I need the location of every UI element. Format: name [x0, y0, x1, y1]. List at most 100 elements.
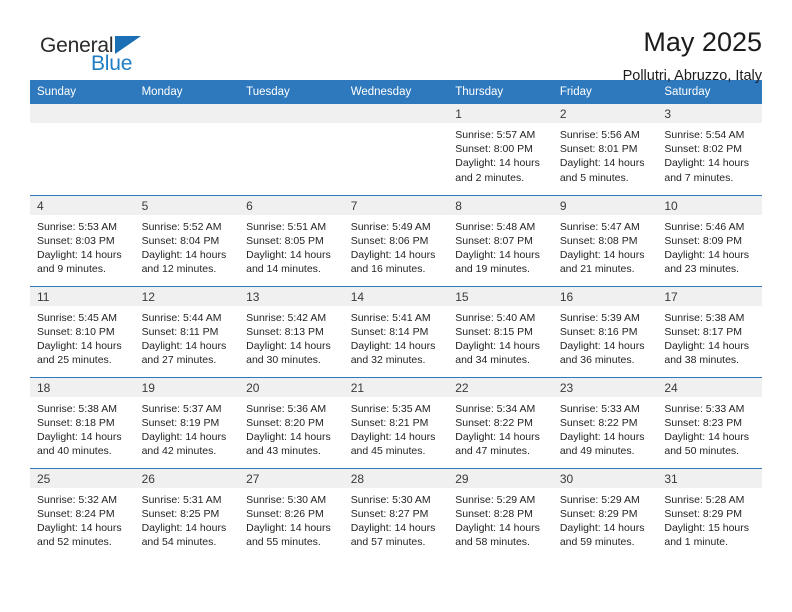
day-detail-line: Daylight: 14 hours [455, 157, 540, 170]
calendar-day-cell[interactable]: 24 Sunrise: 5:33 AM Sunset: 8:23 PM Dayligh… [657, 376, 762, 468]
day-detail-line: Sunset: 8:05 PM [246, 234, 324, 247]
day-detail-line: and 55 minutes. [246, 536, 321, 549]
calendar-day-cell[interactable]: 16 Sunrise: 5:39 AM Sunset: 8:16 PM Dayligh… [552, 285, 658, 377]
calendar-day-cell[interactable]: 11 Sunrise: 5:45 AM Sunset: 8:10 PM Dayligh… [30, 285, 135, 377]
weekday-header-sunday: Sunday [30, 80, 135, 104]
calendar-day-cell[interactable]: 31 Sunrise: 5:28 AM Sunset: 8:29 PM Dayligh… [657, 467, 762, 559]
calendar-day-cell[interactable]: 18 Sunrise: 5:38 AM Sunset: 8:18 PM Dayligh… [30, 376, 135, 468]
day-number: 6 [239, 195, 344, 215]
day-number: 29 [448, 468, 553, 488]
day-detail-text: Sunrise: 5:29 AM Sunset: 8:28 PM Daylight:… [448, 488, 553, 550]
day-detail-line: Sunrise: 5:29 AM [455, 493, 536, 506]
calendar-day-cell-empty [239, 104, 344, 195]
weekday-header-tuesday: Tuesday [239, 80, 344, 104]
calendar-day-cell[interactable]: 25 Sunrise: 5:32 AM Sunset: 8:24 PM Dayligh… [30, 467, 135, 559]
day-detail-text: Sunrise: 5:48 AM Sunset: 8:07 PM Daylight:… [448, 215, 553, 277]
day-detail-line: Sunrise: 5:38 AM [664, 311, 745, 324]
calendar-day-cell[interactable]: 12 Sunrise: 5:44 AM Sunset: 8:11 PM Dayligh… [134, 285, 240, 377]
day-detail-line: and 49 minutes. [559, 445, 635, 458]
day-detail-line: Sunrise: 5:47 AM [559, 220, 640, 233]
day-detail-line: and 50 minutes. [664, 445, 740, 458]
calendar-body: 1 Sunrise: 5:57 AM Sunset: 8:00 PM Daylight… [30, 104, 762, 559]
day-detail-line: and 58 minutes. [455, 536, 530, 549]
day-detail-line: Sunrise: 5:41 AM [350, 311, 431, 324]
calendar-day-cell[interactable]: 21 Sunrise: 5:35 AM Sunset: 8:21 PM Dayligh… [343, 376, 449, 468]
day-detail-line: Daylight: 14 hours [246, 339, 331, 352]
calendar-day-cell[interactable]: 8 Sunrise: 5:48 AM Sunset: 8:07 PM Daylight… [448, 194, 553, 286]
day-detail-text: Sunrise: 5:38 AM Sunset: 8:18 PM Daylight:… [30, 397, 135, 459]
day-detail-line: Sunset: 8:26 PM [246, 507, 324, 520]
calendar-day-cell[interactable]: 13 Sunrise: 5:42 AM Sunset: 8:13 PM Dayligh… [239, 285, 344, 377]
day-detail-line: Daylight: 14 hours [350, 248, 436, 261]
day-detail-line: Daylight: 15 hours [664, 521, 750, 534]
day-detail-line: Sunset: 8:04 PM [141, 234, 220, 247]
calendar-day-cell[interactable]: 30 Sunrise: 5:29 AM Sunset: 8:29 PM Dayligh… [552, 467, 658, 559]
day-detail-line: and 7 minutes. [664, 171, 734, 184]
calendar-day-cell[interactable]: 1 Sunrise: 5:57 AM Sunset: 8:00 PM Daylight… [448, 104, 553, 195]
calendar-day-cell[interactable]: 7 Sunrise: 5:49 AM Sunset: 8:06 PM Daylight… [343, 194, 449, 286]
day-number [239, 104, 344, 123]
calendar-day-cell[interactable]: 6 Sunrise: 5:51 AM Sunset: 8:05 PM Daylight… [239, 194, 344, 286]
day-detail-line: Sunset: 8:17 PM [664, 325, 743, 338]
day-detail-line: and 38 minutes. [664, 354, 740, 367]
day-number: 28 [343, 468, 449, 488]
day-detail-line: and 5 minutes. [559, 171, 629, 184]
day-detail-line: Sunrise: 5:54 AM [664, 129, 745, 141]
day-detail-line: Daylight: 14 hours [141, 430, 227, 443]
day-detail-text [30, 123, 135, 128]
calendar-day-cell[interactable]: 22 Sunrise: 5:34 AM Sunset: 8:22 PM Dayligh… [448, 376, 553, 468]
day-detail-line: and 59 minutes. [559, 536, 635, 549]
calendar-day-cell[interactable]: 19 Sunrise: 5:37 AM Sunset: 8:19 PM Dayligh… [134, 376, 240, 468]
calendar-week-row: 11 Sunrise: 5:45 AM Sunset: 8:10 PM Dayligh… [30, 285, 762, 377]
day-detail-line: Sunset: 8:29 PM [559, 507, 638, 520]
calendar-day-cell[interactable]: 26 Sunrise: 5:31 AM Sunset: 8:25 PM Dayligh… [134, 467, 240, 559]
calendar-day-cell[interactable]: 10 Sunrise: 5:46 AM Sunset: 8:09 PM Dayligh… [657, 194, 762, 286]
calendar-day-cell[interactable]: 4 Sunrise: 5:53 AM Sunset: 8:03 PM Daylight… [30, 194, 135, 286]
day-detail-text: Sunrise: 5:54 AM Sunset: 8:02 PM Daylight:… [657, 123, 762, 185]
day-detail-line: Sunrise: 5:57 AM [455, 129, 536, 141]
day-detail-text: Sunrise: 5:42 AM Sunset: 8:13 PM Daylight:… [239, 306, 344, 368]
day-detail-text: Sunrise: 5:29 AM Sunset: 8:29 PM Daylight:… [553, 488, 658, 550]
calendar-day-cell[interactable]: 14 Sunrise: 5:41 AM Sunset: 8:14 PM Dayligh… [343, 285, 449, 377]
calendar-day-cell-empty [30, 104, 135, 195]
day-detail-line: Sunset: 8:28 PM [455, 507, 533, 520]
day-detail-line: Sunset: 8:14 PM [350, 325, 429, 338]
day-detail-line: and 52 minutes. [37, 536, 112, 549]
day-detail-text: Sunrise: 5:28 AM Sunset: 8:29 PM Daylight:… [657, 488, 762, 550]
day-detail-line: Sunrise: 5:33 AM [664, 402, 745, 415]
calendar-day-cell[interactable]: 3 Sunrise: 5:54 AM Sunset: 8:02 PM Daylight… [657, 104, 762, 195]
calendar-day-cell[interactable]: 23 Sunrise: 5:33 AM Sunset: 8:22 PM Dayligh… [552, 376, 658, 468]
day-number: 16 [552, 286, 658, 306]
day-detail-line: Sunrise: 5:53 AM [37, 220, 117, 233]
day-detail-line: and 16 minutes. [350, 263, 426, 276]
day-detail-line: Sunset: 8:06 PM [350, 234, 429, 247]
calendar-day-cell[interactable]: 17 Sunrise: 5:38 AM Sunset: 8:17 PM Dayligh… [657, 285, 762, 377]
day-number [134, 104, 240, 123]
calendar-day-cell[interactable]: 29 Sunrise: 5:29 AM Sunset: 8:28 PM Dayligh… [448, 467, 553, 559]
day-number: 2 [552, 104, 658, 123]
day-detail-line: Sunset: 8:08 PM [559, 234, 638, 247]
day-detail-line: Sunset: 8:03 PM [37, 234, 115, 247]
day-detail-line: Daylight: 14 hours [37, 430, 122, 443]
calendar-day-cell[interactable]: 20 Sunrise: 5:36 AM Sunset: 8:20 PM Dayligh… [239, 376, 344, 468]
day-detail-line: Daylight: 14 hours [559, 430, 645, 443]
calendar-day-cell[interactable]: 15 Sunrise: 5:40 AM Sunset: 8:15 PM Dayligh… [448, 285, 553, 377]
day-detail-line: Daylight: 14 hours [559, 521, 645, 534]
day-detail-text: Sunrise: 5:40 AM Sunset: 8:15 PM Daylight:… [448, 306, 553, 368]
calendar-day-cell[interactable]: 28 Sunrise: 5:30 AM Sunset: 8:27 PM Dayligh… [343, 467, 449, 559]
day-detail-text: Sunrise: 5:47 AM Sunset: 8:08 PM Daylight:… [553, 215, 658, 277]
day-detail-text [135, 123, 240, 128]
day-detail-line: and 43 minutes. [246, 445, 321, 458]
calendar-day-cell[interactable]: 5 Sunrise: 5:52 AM Sunset: 8:04 PM Daylight… [134, 194, 240, 286]
day-detail-line: Daylight: 14 hours [37, 339, 122, 352]
day-detail-line: Sunrise: 5:52 AM [141, 220, 222, 233]
day-detail-text: Sunrise: 5:33 AM Sunset: 8:23 PM Daylight:… [657, 397, 762, 459]
day-detail-line: Daylight: 14 hours [559, 339, 645, 352]
day-detail-line: Sunset: 8:20 PM [246, 416, 324, 429]
day-detail-line: and 25 minutes. [37, 354, 112, 367]
day-detail-line: Daylight: 14 hours [350, 339, 436, 352]
calendar-day-cell[interactable]: 2 Sunrise: 5:56 AM Sunset: 8:01 PM Daylight… [552, 104, 658, 195]
day-number: 8 [448, 195, 553, 215]
calendar-day-cell[interactable]: 27 Sunrise: 5:30 AM Sunset: 8:26 PM Dayligh… [239, 467, 344, 559]
calendar-day-cell[interactable]: 9 Sunrise: 5:47 AM Sunset: 8:08 PM Daylight… [552, 194, 658, 286]
